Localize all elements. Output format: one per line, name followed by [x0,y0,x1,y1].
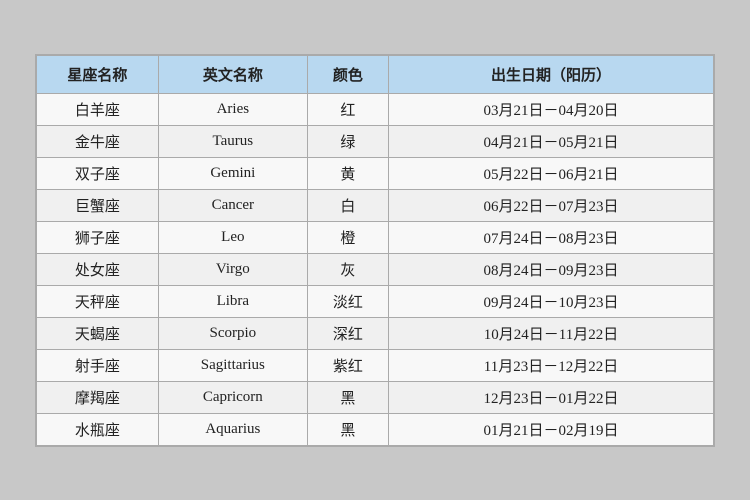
cell-english: Virgo [158,253,307,285]
table-row: 水瓶座Aquarius黑01月21日－02月19日 [37,413,714,445]
table-row: 射手座Sagittarius紫红11月23日－12月22日 [37,349,714,381]
cell-chinese: 处女座 [37,253,159,285]
cell-english: Gemini [158,157,307,189]
cell-english: Sagittarius [158,349,307,381]
table-body: 白羊座Aries红03月21日－04月20日金牛座Taurus绿04月21日－0… [37,93,714,445]
table-row: 天秤座Libra淡红09月24日－10月23日 [37,285,714,317]
cell-date: 03月21日－04月20日 [389,93,714,125]
cell-date: 01月21日－02月19日 [389,413,714,445]
cell-english: Scorpio [158,317,307,349]
cell-english: Aquarius [158,413,307,445]
cell-chinese: 天蝎座 [37,317,159,349]
cell-date: 10月24日－11月22日 [389,317,714,349]
header-date: 出生日期（阳历） [389,55,714,93]
cell-date: 11月23日－12月22日 [389,349,714,381]
cell-chinese: 双子座 [37,157,159,189]
cell-chinese: 金牛座 [37,125,159,157]
cell-chinese: 天秤座 [37,285,159,317]
cell-english: Cancer [158,189,307,221]
cell-english: Libra [158,285,307,317]
cell-date: 12月23日－01月22日 [389,381,714,413]
cell-chinese: 水瓶座 [37,413,159,445]
table-row: 双子座Gemini黄05月22日－06月21日 [37,157,714,189]
cell-color: 黄 [307,157,388,189]
cell-color: 黑 [307,381,388,413]
cell-color: 白 [307,189,388,221]
zodiac-table-container: 星座名称 英文名称 颜色 出生日期（阳历） 白羊座Aries红03月21日－04… [35,54,715,447]
cell-color: 橙 [307,221,388,253]
cell-date: 08月24日－09月23日 [389,253,714,285]
cell-color: 深红 [307,317,388,349]
cell-color: 红 [307,93,388,125]
cell-date: 06月22日－07月23日 [389,189,714,221]
cell-english: Aries [158,93,307,125]
cell-chinese: 射手座 [37,349,159,381]
cell-date: 07月24日－08月23日 [389,221,714,253]
table-row: 处女座Virgo灰08月24日－09月23日 [37,253,714,285]
header-color: 颜色 [307,55,388,93]
cell-date: 09月24日－10月23日 [389,285,714,317]
cell-color: 紫红 [307,349,388,381]
table-row: 天蝎座Scorpio深红10月24日－11月22日 [37,317,714,349]
cell-date: 05月22日－06月21日 [389,157,714,189]
header-english: 英文名称 [158,55,307,93]
cell-chinese: 狮子座 [37,221,159,253]
header-chinese: 星座名称 [37,55,159,93]
cell-chinese: 白羊座 [37,93,159,125]
zodiac-table: 星座名称 英文名称 颜色 出生日期（阳历） 白羊座Aries红03月21日－04… [36,55,714,446]
cell-color: 绿 [307,125,388,157]
cell-color: 淡红 [307,285,388,317]
cell-english: Taurus [158,125,307,157]
cell-english: Capricorn [158,381,307,413]
cell-chinese: 摩羯座 [37,381,159,413]
cell-color: 灰 [307,253,388,285]
cell-date: 04月21日－05月21日 [389,125,714,157]
table-row: 金牛座Taurus绿04月21日－05月21日 [37,125,714,157]
cell-color: 黑 [307,413,388,445]
table-row: 巨蟹座Cancer白06月22日－07月23日 [37,189,714,221]
table-row: 白羊座Aries红03月21日－04月20日 [37,93,714,125]
cell-chinese: 巨蟹座 [37,189,159,221]
cell-english: Leo [158,221,307,253]
table-row: 狮子座Leo橙07月24日－08月23日 [37,221,714,253]
table-row: 摩羯座Capricorn黑12月23日－01月22日 [37,381,714,413]
table-header-row: 星座名称 英文名称 颜色 出生日期（阳历） [37,55,714,93]
